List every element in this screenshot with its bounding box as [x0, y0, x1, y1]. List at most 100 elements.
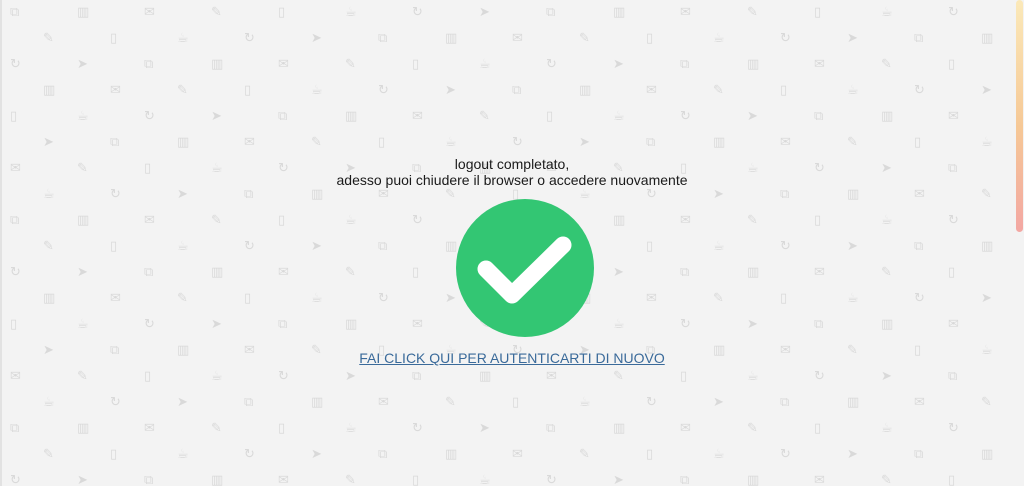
link-icon: ⧉ [278, 109, 288, 124]
link-icon: ⧉ [10, 5, 20, 20]
paper-plane-icon: ➤ [211, 109, 222, 124]
pencil-icon: ✎ [211, 213, 222, 228]
scrollbar[interactable] [1016, 0, 1023, 486]
link-icon: ⧉ [814, 317, 824, 332]
relogin-link-container: FAI CLICK QUI PER AUTENTICARTI DI NUOVO [0, 350, 1024, 368]
tablet-icon: ▯ [780, 83, 788, 98]
envelope-icon: ✉ [646, 83, 657, 98]
refresh-icon: ↻ [278, 369, 289, 384]
envelope-icon: ✉ [412, 109, 423, 124]
tablet-icon: ▯ [278, 421, 286, 436]
paper-plane-icon: ➤ [613, 473, 624, 486]
coffee-cup-icon: ☕ [747, 369, 759, 384]
paper-plane-icon: ➤ [713, 187, 724, 202]
coffee-cup-icon: ☕ [177, 31, 189, 46]
tablet-icon: ▯ [948, 57, 956, 72]
phone-icon: ▥ [747, 57, 760, 72]
phone-icon: ▥ [613, 421, 626, 436]
refresh-icon: ↻ [680, 109, 691, 124]
refresh-icon: ↻ [646, 187, 657, 202]
pencil-icon: ✎ [177, 83, 188, 98]
refresh-icon: ↻ [780, 447, 791, 462]
tablet-icon: ▯ [10, 109, 18, 124]
paper-plane-icon: ➤ [613, 265, 624, 280]
paper-plane-icon: ➤ [479, 421, 490, 436]
paper-plane-icon: ➤ [613, 57, 624, 72]
refresh-icon: ↻ [780, 31, 791, 46]
link-icon: ⧉ [412, 369, 422, 384]
link-icon: ⧉ [914, 31, 924, 46]
envelope-icon: ✉ [814, 57, 825, 72]
checkmark-circle [456, 199, 594, 337]
phone-icon: ▥ [445, 31, 458, 46]
coffee-cup-icon: ☕ [713, 447, 725, 462]
relogin-link[interactable]: FAI CLICK QUI PER AUTENTICARTI DI NUOVO [359, 350, 664, 366]
refresh-icon: ↻ [814, 369, 825, 384]
link-icon: ⧉ [144, 57, 154, 72]
envelope-icon: ✉ [814, 265, 825, 280]
phone-icon: ▥ [981, 239, 994, 254]
paper-plane-icon: ➤ [445, 83, 456, 98]
envelope-icon: ✉ [110, 291, 121, 306]
pencil-icon: ✎ [311, 135, 322, 150]
refresh-icon: ↻ [144, 109, 155, 124]
envelope-icon: ✉ [780, 135, 791, 150]
envelope-icon: ✉ [948, 109, 959, 124]
coffee-cup-icon: ☕ [713, 31, 725, 46]
logout-page: ⧉ ▥ ✉ ✎ ▯ ☕ ↻ ➤ ⧉ ▥ ✉ ✎ ▯ ☕ ↻ ✎ ▯ ☕ ↻ ➤ ⧉ ▥ ✉ ✎ ▯ ☕ ↻ ➤ ⧉ ▥ ↻ ➤ ⧉ ▥ ✉ ✎ ▯ ☕ ↻ ➤… [0, 0, 1024, 486]
pencil-icon: ✎ [881, 473, 892, 486]
envelope-icon: ✉ [914, 187, 925, 202]
refresh-icon: ↻ [948, 213, 959, 228]
phone-icon: ▥ [747, 473, 760, 486]
refresh-icon: ↻ [144, 317, 155, 332]
tablet-icon: ▯ [814, 421, 822, 436]
link-icon: ⧉ [512, 83, 522, 98]
phone-icon: ▥ [77, 213, 90, 228]
link-icon: ⧉ [546, 421, 556, 436]
phone-icon: ▥ [77, 5, 90, 20]
pencil-icon: ✎ [713, 291, 724, 306]
envelope-icon: ✉ [546, 369, 557, 384]
pencil-icon: ✎ [579, 31, 590, 46]
link-icon: ⧉ [244, 187, 254, 202]
pencil-icon: ✎ [445, 395, 456, 410]
coffee-cup-icon: ☕ [881, 5, 893, 20]
refresh-icon: ↻ [646, 395, 657, 410]
link-icon: ⧉ [110, 135, 120, 150]
coffee-cup-icon: ☕ [177, 239, 189, 254]
logout-message: logout completato, adesso puoi chiudere … [0, 156, 1024, 188]
refresh-icon: ↻ [412, 213, 423, 228]
pencil-icon: ✎ [445, 187, 456, 202]
phone-icon: ▥ [881, 317, 894, 332]
envelope-icon: ✉ [110, 83, 121, 98]
pencil-icon: ✎ [847, 135, 858, 150]
paper-plane-icon: ➤ [345, 369, 356, 384]
checkmark-icon [456, 199, 594, 337]
tablet-icon: ▯ [646, 447, 654, 462]
link-icon: ⧉ [144, 473, 154, 486]
refresh-icon: ↻ [780, 239, 791, 254]
envelope-icon: ✉ [814, 473, 825, 486]
envelope-icon: ✉ [278, 473, 289, 486]
paper-plane-icon: ➤ [311, 31, 322, 46]
phone-icon: ▥ [579, 83, 592, 98]
coffee-cup-icon: ☕ [177, 447, 189, 462]
coffee-cup-icon: ☕ [847, 83, 859, 98]
link-icon: ⧉ [780, 395, 790, 410]
tablet-icon: ▯ [412, 57, 420, 72]
tablet-icon: ▯ [110, 447, 118, 462]
tablet-icon: ▯ [278, 5, 286, 20]
link-icon: ⧉ [914, 447, 924, 462]
tablet-icon: ▯ [110, 31, 118, 46]
coffee-cup-icon: ☕ [881, 421, 893, 436]
phone-icon: ▥ [613, 5, 626, 20]
phone-icon: ▥ [613, 213, 626, 228]
pencil-icon: ✎ [345, 265, 356, 280]
link-icon: ⧉ [680, 265, 690, 280]
paper-plane-icon: ➤ [177, 395, 188, 410]
tablet-icon: ▯ [378, 135, 386, 150]
link-icon: ⧉ [546, 5, 556, 20]
paper-plane-icon: ➤ [311, 239, 322, 254]
scrollbar-thumb[interactable] [1016, 0, 1023, 232]
paper-plane-icon: ➤ [713, 395, 724, 410]
